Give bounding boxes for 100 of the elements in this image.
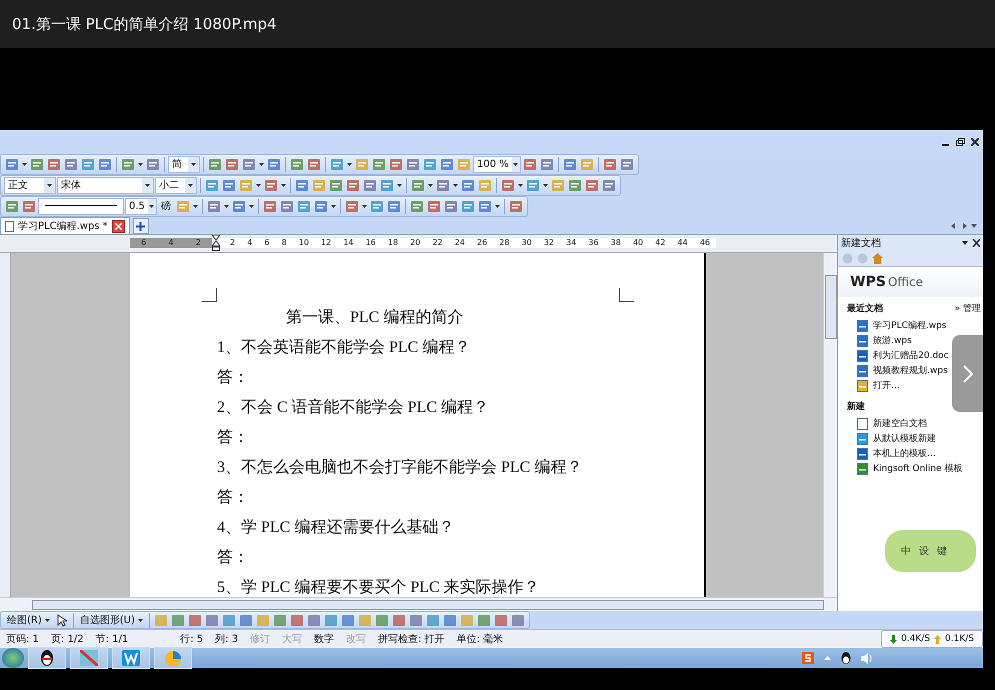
- caret-icon[interactable]: [361, 204, 368, 208]
- home-icon[interactable]: [872, 253, 884, 264]
- tray-expand-icon[interactable]: [824, 656, 831, 660]
- caret-icon[interactable]: [255, 184, 262, 187]
- pane-item[interactable]: 打开...: [847, 378, 900, 393]
- tool-icon[interactable]: [204, 178, 220, 192]
- pane-item[interactable]: 本机上的模板...: [847, 446, 936, 461]
- pane-item[interactable]: 新建空白文档: [847, 416, 928, 431]
- tool-icon[interactable]: [409, 200, 425, 213]
- tool-icon[interactable]: [279, 200, 295, 213]
- restore-icon[interactable]: [956, 138, 965, 146]
- tool-icon[interactable]: [224, 158, 240, 171]
- tool-icon[interactable]: [238, 614, 254, 626]
- tool-icon[interactable]: [584, 178, 600, 192]
- new-tab-button[interactable]: [132, 218, 149, 234]
- vertical-scrollbar[interactable]: [823, 252, 837, 597]
- tool-icon[interactable]: [221, 178, 237, 192]
- dropdown-field[interactable]: 宋体: [57, 176, 154, 194]
- caret-icon[interactable]: [452, 184, 459, 187]
- ime-icon[interactable]: [802, 652, 814, 664]
- tool-icon[interactable]: [220, 614, 237, 626]
- tool-icon[interactable]: [456, 158, 472, 171]
- toolbar-menu[interactable]: 自选图形(U): [76, 613, 146, 627]
- tool-icon[interactable]: [328, 178, 344, 192]
- caret-icon[interactable]: [542, 184, 549, 187]
- tool-icon[interactable]: [477, 178, 493, 192]
- tool-icon[interactable]: [289, 158, 305, 171]
- tool-icon[interactable]: [296, 200, 312, 213]
- tool-icon[interactable]: [204, 614, 220, 626]
- tool-icon[interactable]: [306, 614, 322, 626]
- dropdown-field[interactable]: 0.5: [125, 198, 157, 215]
- pane-item[interactable]: Kingsoft Online 模板: [847, 461, 962, 476]
- tool-icon[interactable]: [492, 614, 509, 626]
- document-tab[interactable]: 学习PLC编程.wps *: [0, 217, 130, 234]
- tool-icon[interactable]: [500, 178, 516, 192]
- caret-icon[interactable]: [280, 184, 287, 187]
- tool-icon[interactable]: [207, 158, 223, 171]
- tab-scroll-icon[interactable]: [951, 223, 977, 229]
- toolbar-menu[interactable]: 绘图(R): [4, 613, 53, 627]
- dropdown-field[interactable]: 小二: [155, 176, 197, 194]
- tool-icon[interactable]: [322, 614, 339, 626]
- indent-marker[interactable]: [212, 235, 220, 252]
- pie-app-icon[interactable]: [154, 647, 192, 669]
- tool-icon[interactable]: [439, 158, 455, 171]
- tool-icon[interactable]: [362, 178, 378, 192]
- tool-icon[interactable]: [619, 158, 635, 171]
- tool-icon[interactable]: [539, 158, 555, 171]
- pane-item[interactable]: 旅游.wps: [847, 333, 912, 348]
- tool-icon[interactable]: [562, 158, 578, 171]
- tool-icon[interactable]: [63, 158, 79, 171]
- caret-icon[interactable]: [223, 204, 230, 208]
- speaker-icon[interactable]: [861, 652, 873, 664]
- tool-icon[interactable]: [374, 614, 390, 626]
- penguin-app-icon[interactable]: [28, 647, 66, 669]
- caret-icon[interactable]: [192, 204, 199, 208]
- line-style-dropdown[interactable]: [38, 198, 124, 215]
- tool-icon[interactable]: [424, 614, 441, 626]
- pane-item[interactable]: 视频教程规划.wps: [847, 363, 948, 378]
- caret-icon[interactable]: [346, 162, 353, 166]
- caret-icon[interactable]: [137, 162, 144, 166]
- dropdown-field[interactable]: 正文: [4, 176, 56, 194]
- tool-icon[interactable]: [460, 200, 476, 213]
- close-icon[interactable]: [962, 239, 980, 247]
- tool-icon[interactable]: [371, 158, 387, 171]
- close-icon[interactable]: [112, 220, 125, 232]
- tool-icon[interactable]: [422, 158, 438, 171]
- tool-icon[interactable]: [522, 158, 538, 171]
- tool-icon[interactable]: [46, 158, 62, 171]
- pane-item[interactable]: 利为汇赠品20.doc: [847, 348, 949, 363]
- tool-icon[interactable]: [345, 178, 361, 192]
- tool-icon[interactable]: [170, 614, 186, 626]
- tool-icon[interactable]: [390, 614, 407, 626]
- tool-icon[interactable]: [262, 200, 278, 213]
- tool-icon[interactable]: [272, 614, 288, 626]
- caret-icon[interactable]: [330, 204, 337, 208]
- tool-icon[interactable]: [263, 178, 279, 192]
- scroll-thumb[interactable]: [825, 274, 837, 339]
- caret-icon[interactable]: [494, 204, 501, 208]
- tool-icon[interactable]: [306, 158, 322, 171]
- tool-icon[interactable]: [80, 158, 96, 171]
- penguin-tray-icon[interactable]: [841, 652, 851, 664]
- tool-icon[interactable]: [443, 200, 459, 213]
- tool-icon[interactable]: [186, 614, 203, 626]
- tool-icon[interactable]: [340, 614, 356, 626]
- tool-icon[interactable]: [21, 200, 37, 213]
- tool-icon[interactable]: [97, 158, 113, 171]
- tool-icon[interactable]: [442, 614, 458, 626]
- writer-app-icon[interactable]: [112, 647, 150, 669]
- tool-icon[interactable]: [476, 614, 492, 626]
- ime-floating-widget[interactable]: 中 设 键: [883, 528, 978, 574]
- tool-icon[interactable]: [508, 200, 524, 213]
- tool-icon[interactable]: [510, 614, 526, 626]
- tool-icon[interactable]: [405, 158, 421, 171]
- tool-icon[interactable]: [386, 200, 402, 213]
- tool-icon[interactable]: [567, 178, 583, 192]
- caret-icon[interactable]: [517, 184, 524, 187]
- pane-item[interactable]: 从默认模板新建: [847, 431, 936, 446]
- tool-icon[interactable]: [4, 200, 20, 213]
- start-button[interactable]: [2, 648, 24, 668]
- tool-icon[interactable]: [602, 158, 618, 171]
